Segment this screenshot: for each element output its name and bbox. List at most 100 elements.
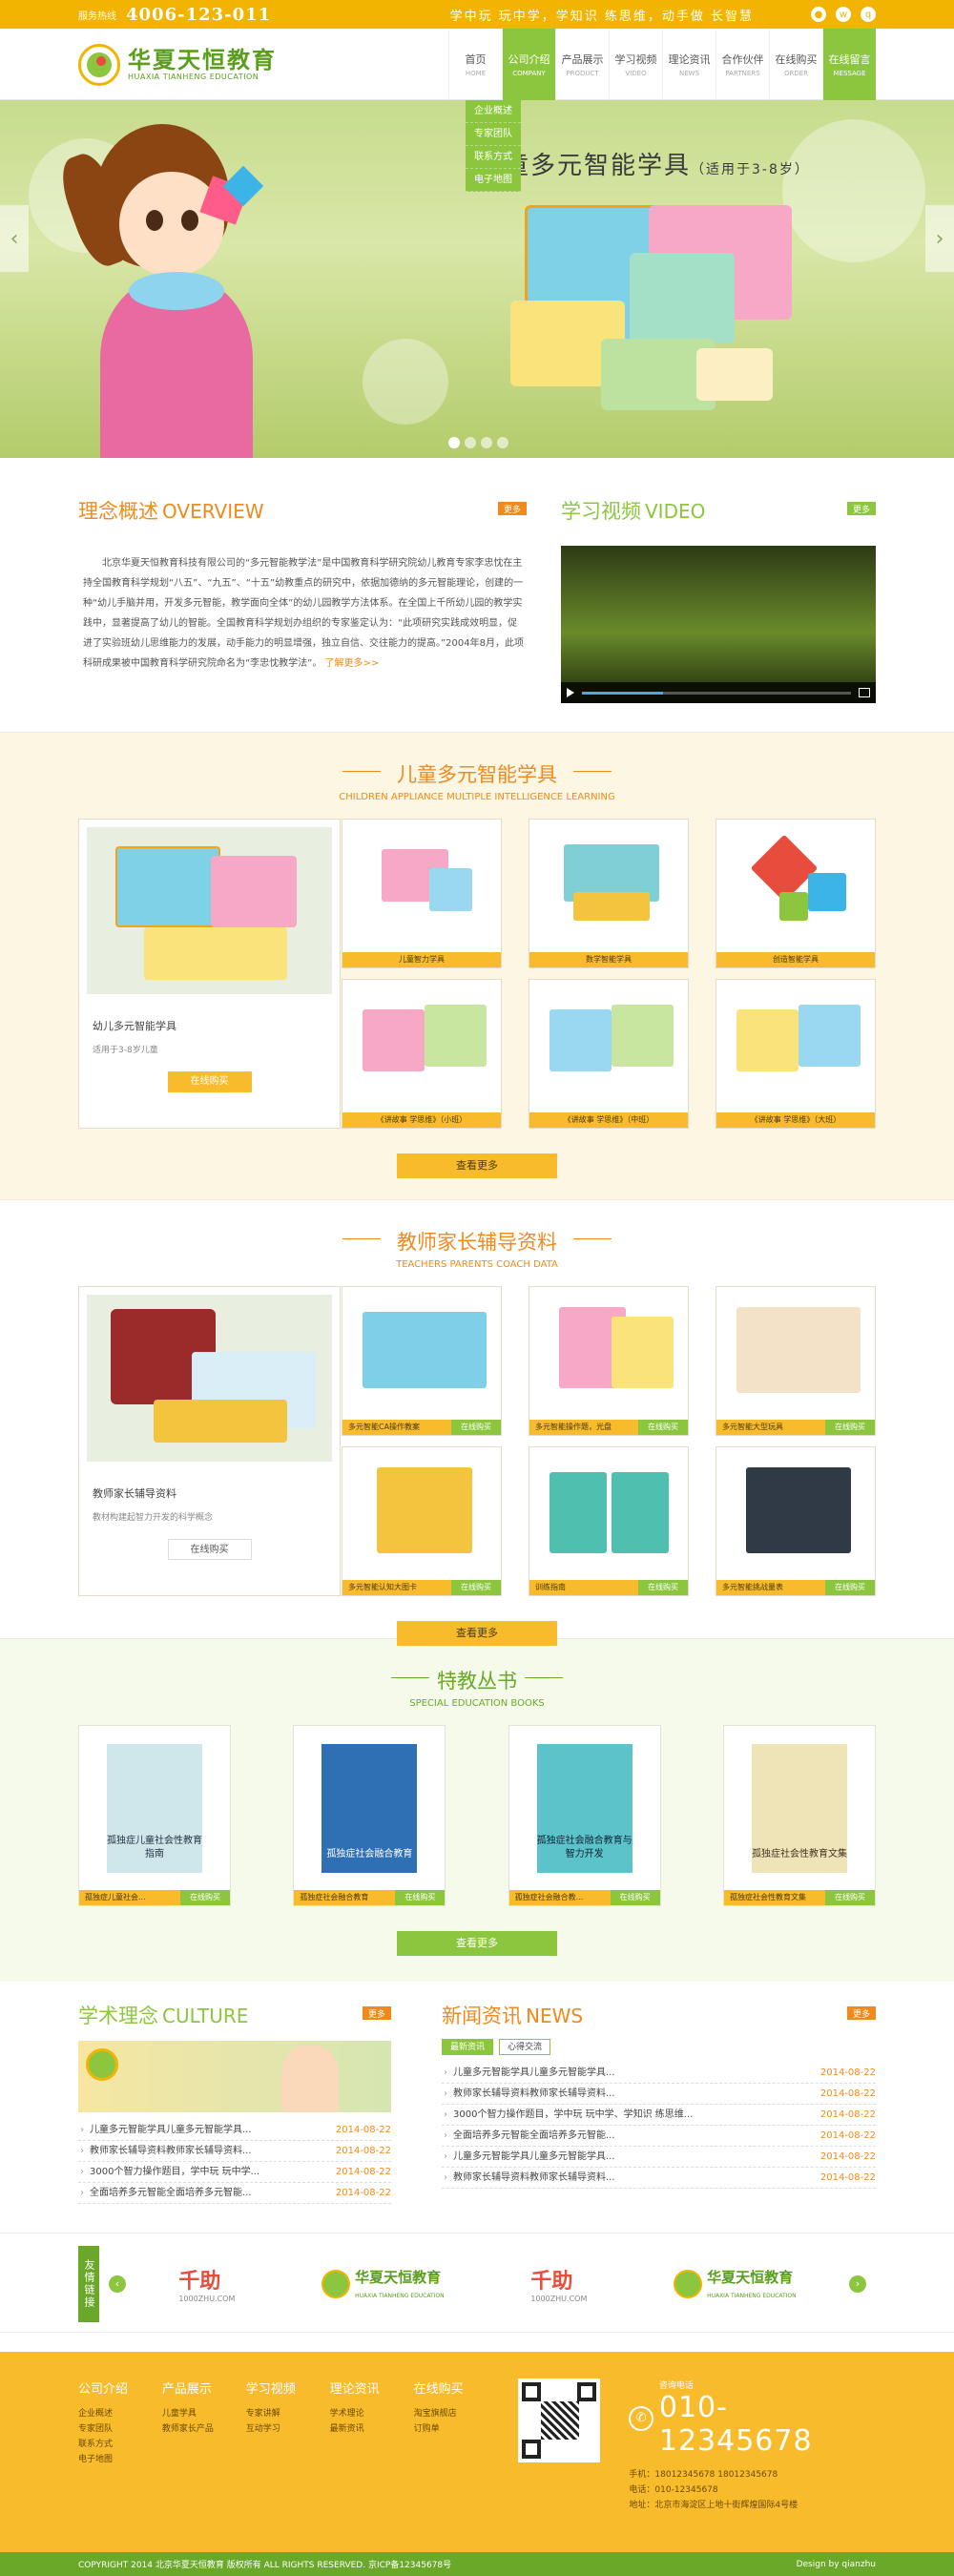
links-next-icon[interactable]: › xyxy=(849,2275,866,2293)
footer-link[interactable]: 儿童学具 xyxy=(162,2406,246,2421)
list-item[interactable]: 教师家长辅导资料教师家长辅导资料... 2014-08-22 xyxy=(442,2168,876,2189)
kids-product-card[interactable]: 《讲故事 学思维》（大班） xyxy=(716,979,876,1129)
kids-product-card[interactable]: 《讲故事 学思维》（小班） xyxy=(342,979,502,1129)
books-section: 特教丛书 SPECIAL EDUCATION BOOKS 孤独症儿童社会性教育指… xyxy=(0,1638,954,1982)
footer-link[interactable]: 互动学习 xyxy=(246,2421,330,2437)
footer-link[interactable]: 企业概述 xyxy=(78,2406,162,2421)
footer-link[interactable]: 淘宝旗舰店 xyxy=(414,2406,498,2421)
footer-link[interactable]: 电子地图 xyxy=(78,2452,162,2467)
dropdown-item[interactable]: 电子地图 xyxy=(466,169,521,192)
teachers-product-card[interactable]: 多元智能CA操作教案 在线购买 xyxy=(342,1286,502,1436)
buy-button[interactable]: 在线购买 xyxy=(451,1580,501,1595)
list-item[interactable]: 全面培养多元智能全面培养多元智能... 2014-08-22 xyxy=(78,2183,391,2204)
list-item[interactable]: 教师家长辅导资料教师家长辅导资料... 2014-08-22 xyxy=(78,2141,391,2162)
volume-icon[interactable] xyxy=(859,688,870,697)
logo[interactable]: 华夏天恒教育 HUAXIA TIANHENG EDUCATION xyxy=(78,43,345,86)
footer-link[interactable]: 教师家长产品 xyxy=(162,2421,246,2437)
weibo-icon[interactable]: w xyxy=(836,7,851,22)
buy-button[interactable]: 在线购买 xyxy=(610,1890,660,1905)
buy-button[interactable]: 在线购买 xyxy=(638,1420,688,1435)
nav-message[interactable]: 在线留言 MESSAGE xyxy=(822,29,876,100)
kids-featured-product[interactable]: 幼儿多元智能学具 适用于3-8岁儿童 在线购买 xyxy=(78,819,341,1129)
banner-prev-arrow-icon[interactable]: ‹ xyxy=(0,205,29,272)
footer-link[interactable]: 最新资讯 xyxy=(330,2421,414,2437)
culture-more-button[interactable]: 更多 xyxy=(363,2006,391,2020)
buy-button[interactable]: 在线购买 xyxy=(180,1890,230,1905)
design-credit[interactable]: Design by qianzhu xyxy=(797,2560,876,2569)
kids-buy-button[interactable]: 在线购买 xyxy=(167,1071,252,1092)
dropdown-item[interactable]: 联系方式 xyxy=(466,146,521,169)
banner-dot[interactable] xyxy=(448,437,460,448)
play-icon[interactable] xyxy=(567,688,574,697)
footer-link[interactable]: 学术理论 xyxy=(330,2406,414,2421)
kids-product-card[interactable]: 《讲故事 学思维》（中班） xyxy=(529,979,689,1129)
partner-logo-huaxia[interactable]: 华夏天恒教育 HUAXIA TIANHENG EDUCATION xyxy=(674,2262,797,2305)
book-cover: 孤独症社会融合教育 xyxy=(321,1743,418,1873)
nav-home[interactable]: 首页 HOME xyxy=(448,29,502,100)
book-card[interactable]: 孤独症社会融合教育 孤独症社会融合教育 在线购买 xyxy=(293,1725,446,1906)
list-item-title: 儿童多元智能学具儿童多元智能学具... xyxy=(453,2151,615,2162)
overview-more-button[interactable]: 更多 xyxy=(498,502,527,515)
books-section-subtitle: SPECIAL EDUCATION BOOKS xyxy=(409,1698,545,1709)
list-item[interactable]: 3000个智力操作题目，学中玩 玩中学... 2014-08-22 xyxy=(78,2162,391,2183)
partner-logo-huaxia[interactable]: 华夏天恒教育 HUAXIA TIANHENG EDUCATION xyxy=(321,2262,445,2305)
list-item[interactable]: 儿童多元智能学具儿童多元智能学具... 2014-08-22 xyxy=(78,2120,391,2141)
footer-col-title: 理论资讯 xyxy=(329,2382,380,2397)
kids-product-card[interactable]: 儿童智力学具 xyxy=(342,819,502,968)
footer-link[interactable]: 专家团队 xyxy=(78,2421,162,2437)
book-card[interactable]: 孤独症社会性教育文集 孤独症社会性教育文集 在线购买 xyxy=(722,1725,876,1906)
nav-order[interactable]: 在线购买 ORDER xyxy=(769,29,822,100)
video-more-button[interactable]: 更多 xyxy=(847,502,876,515)
partner-logo-qianzhu[interactable]: 千助 1000ZHU.COM xyxy=(530,2262,587,2305)
dropdown-item[interactable]: 专家团队 xyxy=(466,123,521,146)
qq-icon[interactable]: q xyxy=(861,7,876,22)
list-item[interactable]: 全面培养多元智能全面培养多元智能... 2014-08-22 xyxy=(442,2126,876,2147)
teachers-product-card[interactable]: 多元智能挑战量表 在线购买 xyxy=(716,1446,876,1596)
kids-product-card[interactable]: 创造智能学具 xyxy=(716,819,876,968)
footer-link[interactable]: 订购单 xyxy=(414,2421,498,2437)
books-see-more-button[interactable]: 查看更多 xyxy=(397,1931,557,1956)
teachers-product-card[interactable]: 多元智能大型玩具 在线购买 xyxy=(716,1286,876,1436)
teachers-buy-button[interactable]: 在线购买 xyxy=(167,1539,252,1560)
partner-logo-qianzhu[interactable]: 千助 1000ZHU.COM xyxy=(178,2262,235,2305)
video-progress-bar[interactable] xyxy=(582,691,851,695)
nav-news[interactable]: 理论资讯 NEWS xyxy=(662,29,716,100)
user-icon[interactable]: ● xyxy=(811,7,826,22)
news-more-button[interactable]: 更多 xyxy=(847,2006,876,2020)
links-prev-icon[interactable]: ‹ xyxy=(109,2275,126,2293)
banner-next-arrow-icon[interactable]: › xyxy=(925,205,954,272)
list-item[interactable]: 教师家长辅导资料教师家长辅导资料... 2014-08-22 xyxy=(442,2084,876,2105)
teachers-product-card[interactable]: 训练指南 在线购买 xyxy=(529,1446,689,1596)
nav-partners[interactable]: 合作伙伴 PARTNERS xyxy=(716,29,769,100)
dropdown-item[interactable]: 企业概述 xyxy=(466,100,521,123)
banner-dot[interactable] xyxy=(497,437,508,448)
buy-button[interactable]: 在线购买 xyxy=(451,1420,501,1435)
buy-button[interactable]: 在线购买 xyxy=(825,1580,875,1595)
list-item[interactable]: 3000个智力操作题目，学中玩 玩中学、学知识 练思维... 2014-08-22 xyxy=(442,2105,876,2126)
read-more-link[interactable]: 了解更多>> xyxy=(325,658,380,669)
banner-dot[interactable] xyxy=(465,437,476,448)
buy-button[interactable]: 在线购买 xyxy=(825,1420,875,1435)
nav-product[interactable]: 产品展示 PRODUCT xyxy=(555,29,609,100)
banner-dot[interactable] xyxy=(481,437,492,448)
list-item[interactable]: 儿童多元智能学具儿童多元智能学具... 2014-08-22 xyxy=(442,2063,876,2084)
nav-video[interactable]: 学习视频 VIDEO xyxy=(609,29,662,100)
kids-see-more-button[interactable]: 查看更多 xyxy=(397,1153,557,1178)
list-item[interactable]: 儿童多元智能学具儿童多元智能学具... 2014-08-22 xyxy=(442,2147,876,2168)
teachers-featured-product[interactable]: 教师家长辅导资料 教材构建起智力开发的科学概念 在线购买 xyxy=(78,1286,341,1596)
kids-product-card[interactable]: 数学智能学具 xyxy=(529,819,689,968)
video-player[interactable] xyxy=(561,546,876,703)
footer-link[interactable]: 联系方式 xyxy=(78,2437,162,2452)
book-card[interactable]: 孤独症社会融合教育与智力开发 孤独症社会融合教... 在线购买 xyxy=(508,1725,661,1906)
buy-button[interactable]: 在线购买 xyxy=(824,1890,875,1905)
nav-company[interactable]: 公司介绍 COMPANY xyxy=(502,29,555,100)
tab-experience[interactable]: 心得交流 xyxy=(499,2039,551,2055)
buy-button[interactable]: 在线购买 xyxy=(638,1580,688,1595)
footer-link[interactable]: 专家讲解 xyxy=(246,2406,330,2421)
tab-latest-news[interactable]: 最新资讯 xyxy=(442,2039,494,2055)
teachers-see-more-button[interactable]: 查看更多 xyxy=(397,1621,557,1646)
buy-button[interactable]: 在线购买 xyxy=(395,1890,446,1905)
book-card[interactable]: 孤独症儿童社会性教育指南 孤独症儿童社会... 在线购买 xyxy=(78,1725,231,1906)
teachers-product-card[interactable]: 多元智能认知大图卡 在线购买 xyxy=(342,1446,502,1596)
teachers-product-card[interactable]: 多元智能操作题，光盘 在线购买 xyxy=(529,1286,689,1436)
